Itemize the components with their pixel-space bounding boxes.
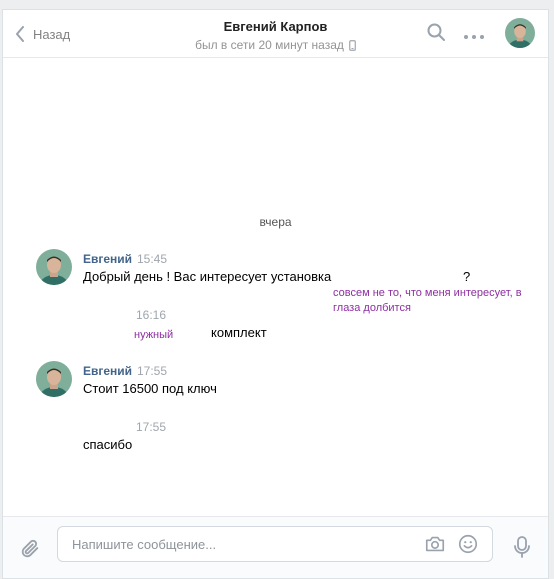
search-button[interactable] bbox=[426, 22, 446, 47]
message-text: Добрый день ! Вас интересует установка bbox=[83, 269, 332, 284]
message-author[interactable]: Евгений bbox=[83, 252, 132, 266]
emoji-button[interactable] bbox=[457, 533, 479, 560]
voice-message-button[interactable] bbox=[512, 535, 532, 564]
camera-icon bbox=[425, 536, 445, 552]
peer-status-text: был в сети 20 минут назад bbox=[195, 38, 344, 52]
message-author[interactable]: Евгений bbox=[83, 364, 132, 378]
message-text: спасибо bbox=[83, 437, 133, 452]
day-separator: вчера bbox=[259, 215, 292, 229]
mobile-phone-icon bbox=[349, 39, 356, 51]
avatar-icon bbox=[505, 18, 535, 48]
message-input-box[interactable] bbox=[57, 526, 493, 562]
message-time[interactable]: 16:16 bbox=[136, 308, 166, 322]
message-text: Стоит 16500 под ключ bbox=[83, 381, 217, 396]
camera-button[interactable] bbox=[424, 533, 446, 560]
more-dots-icon bbox=[464, 35, 484, 39]
chat-header: Назад Евгений Карпов был в сети 20 минут… bbox=[3, 10, 548, 58]
message-text-trailing: ? bbox=[463, 269, 471, 284]
message-input[interactable] bbox=[70, 536, 404, 553]
microphone-icon bbox=[514, 536, 530, 558]
avatar-icon bbox=[36, 361, 72, 397]
annotation-note: нужный bbox=[134, 329, 174, 341]
avatar-icon bbox=[36, 249, 72, 285]
message-composer bbox=[3, 516, 548, 578]
message-time[interactable]: 17:55 bbox=[136, 420, 166, 434]
smile-icon bbox=[458, 534, 478, 554]
search-icon bbox=[427, 23, 445, 41]
paperclip-icon bbox=[21, 539, 39, 558]
more-button[interactable] bbox=[463, 28, 485, 46]
message-text: комплект bbox=[211, 325, 267, 340]
attach-button[interactable] bbox=[19, 538, 41, 565]
chat-window: Назад Евгений Карпов был в сети 20 минут… bbox=[2, 9, 549, 579]
peer-avatar[interactable] bbox=[505, 18, 535, 48]
avatar[interactable] bbox=[36, 361, 72, 397]
message-time[interactable]: 15:45 bbox=[137, 252, 167, 266]
avatar[interactable] bbox=[36, 249, 72, 285]
message-time[interactable]: 17:55 bbox=[137, 364, 167, 378]
annotation-note: совсем не то, что меня интересует, в гла… bbox=[333, 287, 522, 314]
peer-status: был в сети 20 минут назад bbox=[195, 38, 356, 52]
